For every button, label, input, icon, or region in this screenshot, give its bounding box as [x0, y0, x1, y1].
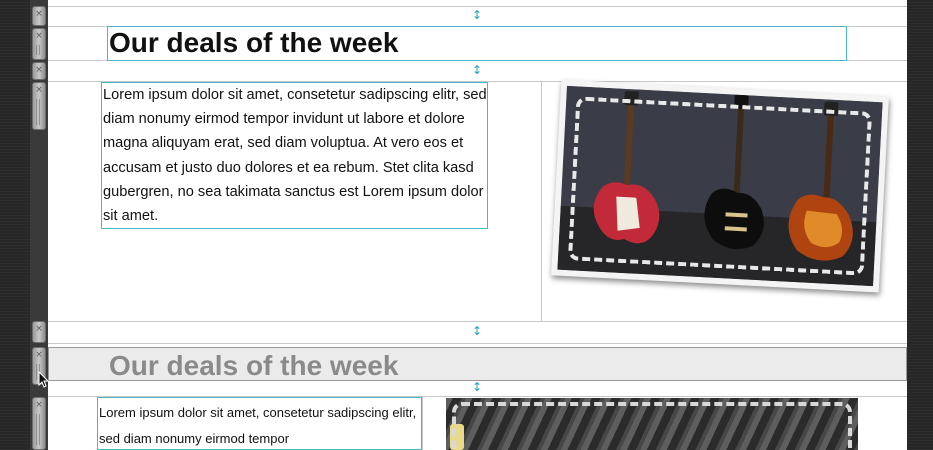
column-divider	[541, 81, 542, 321]
spacer-resize-icon[interactable]: ↕	[471, 8, 483, 22]
spacer-resize-icon[interactable]: ↕	[471, 324, 483, 338]
guitars-image	[557, 85, 883, 287]
row-handle[interactable]: ×	[32, 397, 46, 450]
row-handle[interactable]: ×	[32, 28, 46, 60]
body-text[interactable]: Lorem ipsum dolor sit amet, consetetur s…	[99, 400, 421, 450]
row-divider	[48, 321, 907, 322]
body-text[interactable]: Lorem ipsum dolor sit amet, consetetur s…	[103, 83, 488, 228]
row-divider	[48, 6, 907, 7]
drag-grip-icon[interactable]	[36, 45, 42, 55]
section-heading[interactable]: Our deals of the week	[109, 350, 398, 382]
remove-row-icon[interactable]: ×	[33, 30, 45, 42]
photo-dashed-frame	[452, 402, 852, 450]
spacer-resize-icon[interactable]: ↕	[471, 63, 483, 77]
photo-dashed-frame	[567, 96, 873, 276]
remove-row-icon[interactable]: ×	[33, 399, 45, 411]
guitar-closeup-photo[interactable]	[446, 398, 858, 450]
remove-row-icon[interactable]: ×	[33, 84, 45, 96]
guitars-photo[interactable]	[551, 79, 889, 293]
drag-grip-icon[interactable]	[36, 414, 42, 445]
remove-row-icon[interactable]: ×	[33, 349, 45, 361]
row-divider	[48, 343, 907, 344]
row-handle[interactable]: ×	[32, 321, 46, 343]
spacer-resize-icon[interactable]: ↕	[471, 380, 483, 394]
remove-row-icon[interactable]: ×	[33, 323, 45, 335]
section-heading[interactable]: Our deals of the week	[109, 27, 398, 59]
remove-row-icon[interactable]: ×	[33, 8, 45, 20]
row-handle[interactable]: ×	[32, 62, 46, 80]
mouse-cursor-icon	[38, 371, 50, 388]
row-handle[interactable]: ×	[32, 6, 46, 26]
drag-grip-icon[interactable]	[36, 99, 42, 125]
remove-row-icon[interactable]: ×	[33, 64, 45, 76]
column-divider	[422, 397, 423, 450]
row-handle[interactable]: ×	[32, 82, 46, 130]
